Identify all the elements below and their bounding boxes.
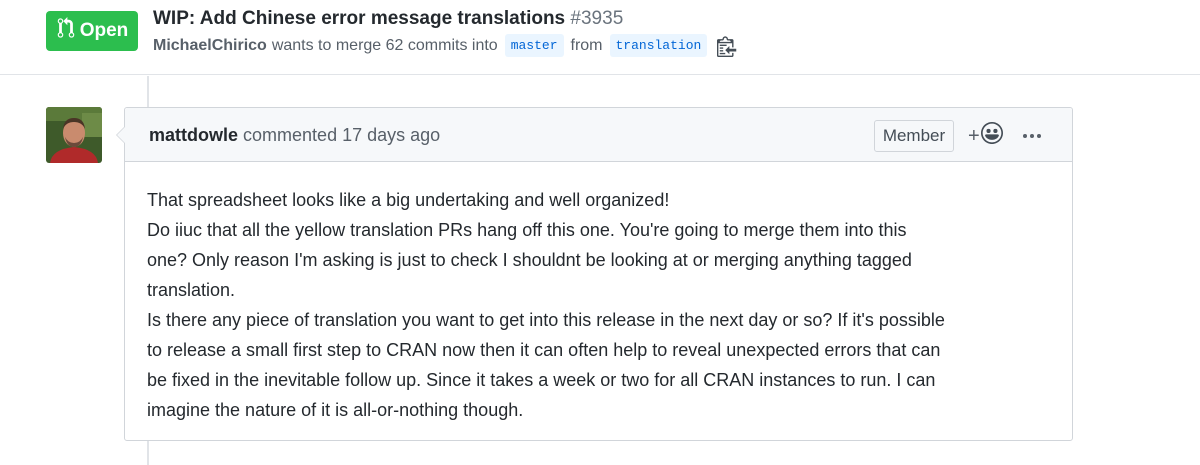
smiley-icon bbox=[980, 122, 1003, 150]
comment-timestamp[interactable]: 17 days ago bbox=[342, 125, 440, 145]
comment-line: Do iiuc that all the yellow translation … bbox=[147, 220, 907, 240]
comment-author-link[interactable]: mattdowle bbox=[149, 125, 238, 145]
pr-state-badge: Open bbox=[46, 11, 138, 51]
comment-header: mattdowle commented 17 days ago Member + bbox=[125, 108, 1072, 162]
pr-title: WIP: Add Chinese error message translati… bbox=[153, 7, 623, 31]
pr-header: Open WIP: Add Chinese error message tran… bbox=[0, 0, 1200, 75]
comment-line: imagine the nature of it is all-or-nothi… bbox=[147, 400, 524, 420]
pr-state-label: Open bbox=[79, 20, 129, 41]
comment-line: translation. bbox=[147, 280, 236, 300]
comment-line: That spreadsheet looks like a big undert… bbox=[147, 190, 670, 210]
head-branch[interactable]: translation bbox=[609, 34, 708, 57]
comment-line: to release a small first step to CRAN no… bbox=[147, 340, 941, 360]
comment-line: Is there any piece of translation you wa… bbox=[147, 310, 945, 330]
comment-action: commented bbox=[243, 125, 338, 145]
comment-body: That spreadsheet looks like a big undert… bbox=[147, 185, 1057, 425]
base-branch[interactable]: master bbox=[504, 34, 564, 57]
comment-box: mattdowle commented 17 days ago Member +… bbox=[116, 107, 1073, 441]
pr-author-link[interactable]: MichaelChirico bbox=[153, 35, 267, 57]
pr-number: #3935 bbox=[570, 8, 624, 29]
comment-line: be fixed in the inevitable follow up. Si… bbox=[147, 370, 936, 390]
kebab-horizontal-icon[interactable] bbox=[1023, 122, 1041, 150]
clippy-icon[interactable] bbox=[717, 35, 739, 57]
reaction-plus: + bbox=[968, 125, 980, 147]
comment-meta: mattdowle commented 17 days ago bbox=[149, 123, 440, 147]
pr-from-text: from bbox=[570, 36, 603, 54]
pr-title-text: WIP: Add Chinese error message translati… bbox=[153, 8, 566, 29]
git-pull-request-icon bbox=[56, 17, 76, 45]
add-reaction-button[interactable]: + bbox=[968, 122, 1003, 150]
author-role-badge: Member bbox=[874, 120, 954, 152]
pr-merge-text: wants to merge 62 commits into bbox=[271, 36, 498, 54]
avatar[interactable] bbox=[46, 107, 102, 163]
comment-line: one? Only reason I'm asking is just to c… bbox=[147, 250, 912, 270]
pr-meta: MichaelChirico wants to merge 62 commits… bbox=[153, 34, 739, 57]
